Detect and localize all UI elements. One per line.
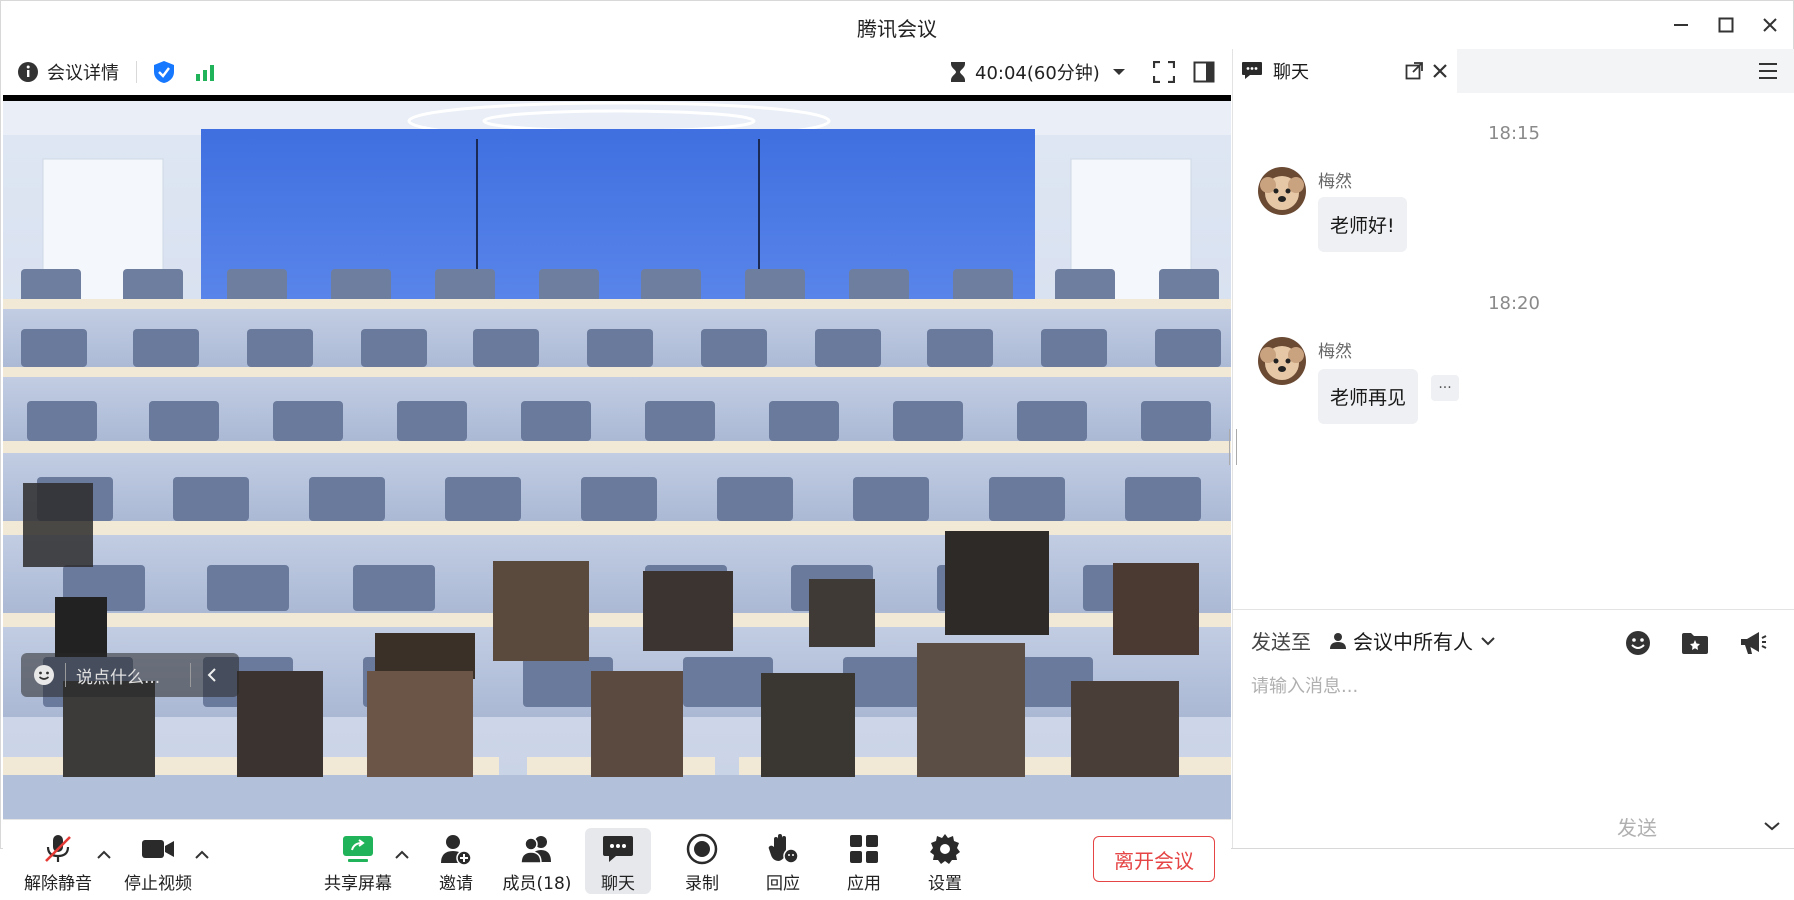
divider bbox=[190, 663, 191, 687]
message-timestamp: 18:20 bbox=[1488, 293, 1540, 314]
chat-header: 聊天 bbox=[1233, 49, 1794, 93]
message-timestamp: 18:15 bbox=[1488, 123, 1540, 144]
message-bubble[interactable]: 老师再见 bbox=[1318, 369, 1419, 424]
meeting-info-label: 会议详情 bbox=[47, 63, 119, 84]
network-signal-button[interactable] bbox=[195, 59, 217, 85]
emoji-icon[interactable] bbox=[1625, 630, 1651, 656]
meeting-top-bar: 会议详情 40:04(60分钟) bbox=[3, 49, 1231, 96]
avatar[interactable] bbox=[1258, 167, 1306, 215]
message-bubble[interactable]: 老师好! bbox=[1318, 197, 1407, 252]
chat-button[interactable]: 聊天 bbox=[585, 828, 651, 894]
stop-video-label: 停止视频 bbox=[124, 874, 192, 894]
apps-button[interactable]: 应用 bbox=[827, 828, 901, 894]
chevron-up-icon bbox=[195, 850, 209, 859]
divider bbox=[65, 663, 66, 687]
share-screen-button[interactable]: 共享屏幕 bbox=[321, 828, 395, 894]
send-button[interactable]: 发送 bbox=[1617, 812, 1657, 841]
invite-button[interactable]: 邀请 bbox=[419, 828, 493, 894]
chat-tab-title: 聊天 bbox=[1273, 62, 1309, 83]
maximize-icon bbox=[1718, 17, 1734, 33]
title-bar: 腾讯会议 bbox=[1, 1, 1793, 49]
close-icon[interactable] bbox=[1431, 62, 1449, 80]
hourglass-icon bbox=[951, 62, 965, 82]
maximize-button[interactable] bbox=[1711, 11, 1741, 39]
unmute-button[interactable]: 解除静音 bbox=[21, 828, 95, 894]
send-to-row: 发送至 会议中所有人 bbox=[1251, 626, 1495, 655]
shield-check-icon bbox=[154, 61, 174, 83]
message-input[interactable]: 请输入消息... bbox=[1251, 672, 1771, 792]
avatar[interactable] bbox=[1258, 337, 1306, 385]
in-video-chat-pill[interactable]: 说点什么... bbox=[21, 653, 239, 697]
chevron-down-icon bbox=[1481, 636, 1495, 645]
timer-text: 40:04(60分钟) bbox=[975, 63, 1100, 84]
meeting-timer[interactable]: 40:04(60分钟) bbox=[949, 59, 1126, 85]
chevron-up-icon bbox=[395, 850, 409, 859]
chat-tab-strip bbox=[1457, 49, 1794, 93]
recipient-selector[interactable]: 会议中所有人 bbox=[1329, 626, 1495, 655]
apps-label: 应用 bbox=[847, 874, 881, 894]
message-sender: 梅然 bbox=[1318, 172, 1352, 192]
fullscreen-icon bbox=[1153, 61, 1175, 83]
stop-video-button[interactable]: 停止视频 bbox=[121, 828, 195, 894]
app-window: 腾讯会议 会议详情 40:04(60分钟) 说点什么... 解除静音 停止视频 … bbox=[0, 0, 1794, 900]
video-chat-placeholder[interactable]: 说点什么... bbox=[76, 663, 186, 688]
meeting-area: 会议详情 40:04(60分钟) 说点什么... 解除静音 停止视频 共享屏幕 … bbox=[3, 49, 1231, 900]
chat-panel: 聊天 18:15 梅然 老师好! 18:20 梅然 老师再见 ··· 发送至 会… bbox=[1229, 49, 1794, 849]
caret-down-icon bbox=[1112, 69, 1125, 75]
unmute-label: 解除静音 bbox=[24, 874, 92, 894]
emoji-icon bbox=[34, 665, 54, 685]
leave-meeting-button[interactable]: 离开会议 bbox=[1093, 836, 1215, 882]
signal-bars-icon bbox=[196, 65, 214, 81]
megaphone-icon[interactable] bbox=[1739, 630, 1767, 656]
window-title: 腾讯会议 bbox=[857, 17, 937, 41]
message-sender: 梅然 bbox=[1318, 342, 1352, 362]
members-label: 成员(18) bbox=[502, 874, 572, 894]
invite-label: 邀请 bbox=[439, 874, 473, 894]
virtual-classroom-background bbox=[3, 101, 1231, 819]
share-screen-label: 共享屏幕 bbox=[324, 874, 392, 894]
person-icon bbox=[1330, 632, 1346, 649]
chat-message-list: 18:15 梅然 老师好! 18:20 梅然 老师再见 ··· bbox=[1233, 93, 1794, 653]
info-icon bbox=[18, 62, 38, 82]
sidebar-layout-icon bbox=[1193, 61, 1215, 83]
reactions-button[interactable]: 回应 bbox=[746, 828, 820, 894]
chat-compose-area: 发送至 会议中所有人 请输入消息... 发送 bbox=[1233, 609, 1794, 849]
menu-icon[interactable] bbox=[1757, 62, 1779, 80]
minimize-button[interactable] bbox=[1666, 11, 1696, 39]
minimize-icon bbox=[1674, 24, 1688, 26]
settings-button[interactable]: 设置 bbox=[908, 828, 982, 894]
security-button[interactable] bbox=[153, 59, 175, 85]
close-icon bbox=[1763, 18, 1777, 32]
settings-label: 设置 bbox=[928, 874, 962, 894]
popout-icon[interactable] bbox=[1405, 62, 1423, 80]
layout-toggle-button[interactable] bbox=[1193, 59, 1215, 85]
message-more-button[interactable]: ··· bbox=[1431, 375, 1459, 401]
chat-bubble-icon bbox=[1242, 62, 1262, 79]
panel-resize-handle[interactable] bbox=[1229, 429, 1237, 465]
record-label: 录制 bbox=[685, 874, 719, 894]
send-to-label: 发送至 bbox=[1251, 630, 1311, 654]
dog-avatar-icon bbox=[1258, 167, 1306, 215]
divider bbox=[136, 61, 137, 83]
record-button[interactable]: 录制 bbox=[665, 828, 739, 894]
members-button[interactable]: 成员(18) bbox=[500, 828, 574, 894]
video-stage: 说点什么... bbox=[3, 95, 1231, 819]
chevron-left-icon[interactable] bbox=[205, 667, 219, 683]
dog-avatar-icon bbox=[1258, 337, 1306, 385]
fullscreen-button[interactable] bbox=[1153, 59, 1175, 85]
chevron-down-icon[interactable] bbox=[1764, 821, 1780, 831]
folder-star-icon[interactable] bbox=[1681, 631, 1709, 655]
chat-label: 聊天 bbox=[601, 874, 635, 894]
meeting-toolbar: 解除静音 停止视频 共享屏幕 邀请 成员(18) 聊天 录制 回应 应用 设置 … bbox=[3, 819, 1231, 900]
reactions-label: 回应 bbox=[766, 874, 800, 894]
meeting-info-button[interactable]: 会议详情 bbox=[17, 59, 119, 85]
chevron-up-icon bbox=[97, 850, 111, 859]
chat-tab[interactable]: 聊天 bbox=[1233, 49, 1457, 93]
close-window-button[interactable] bbox=[1755, 11, 1785, 39]
recipient-label: 会议中所有人 bbox=[1353, 630, 1473, 654]
